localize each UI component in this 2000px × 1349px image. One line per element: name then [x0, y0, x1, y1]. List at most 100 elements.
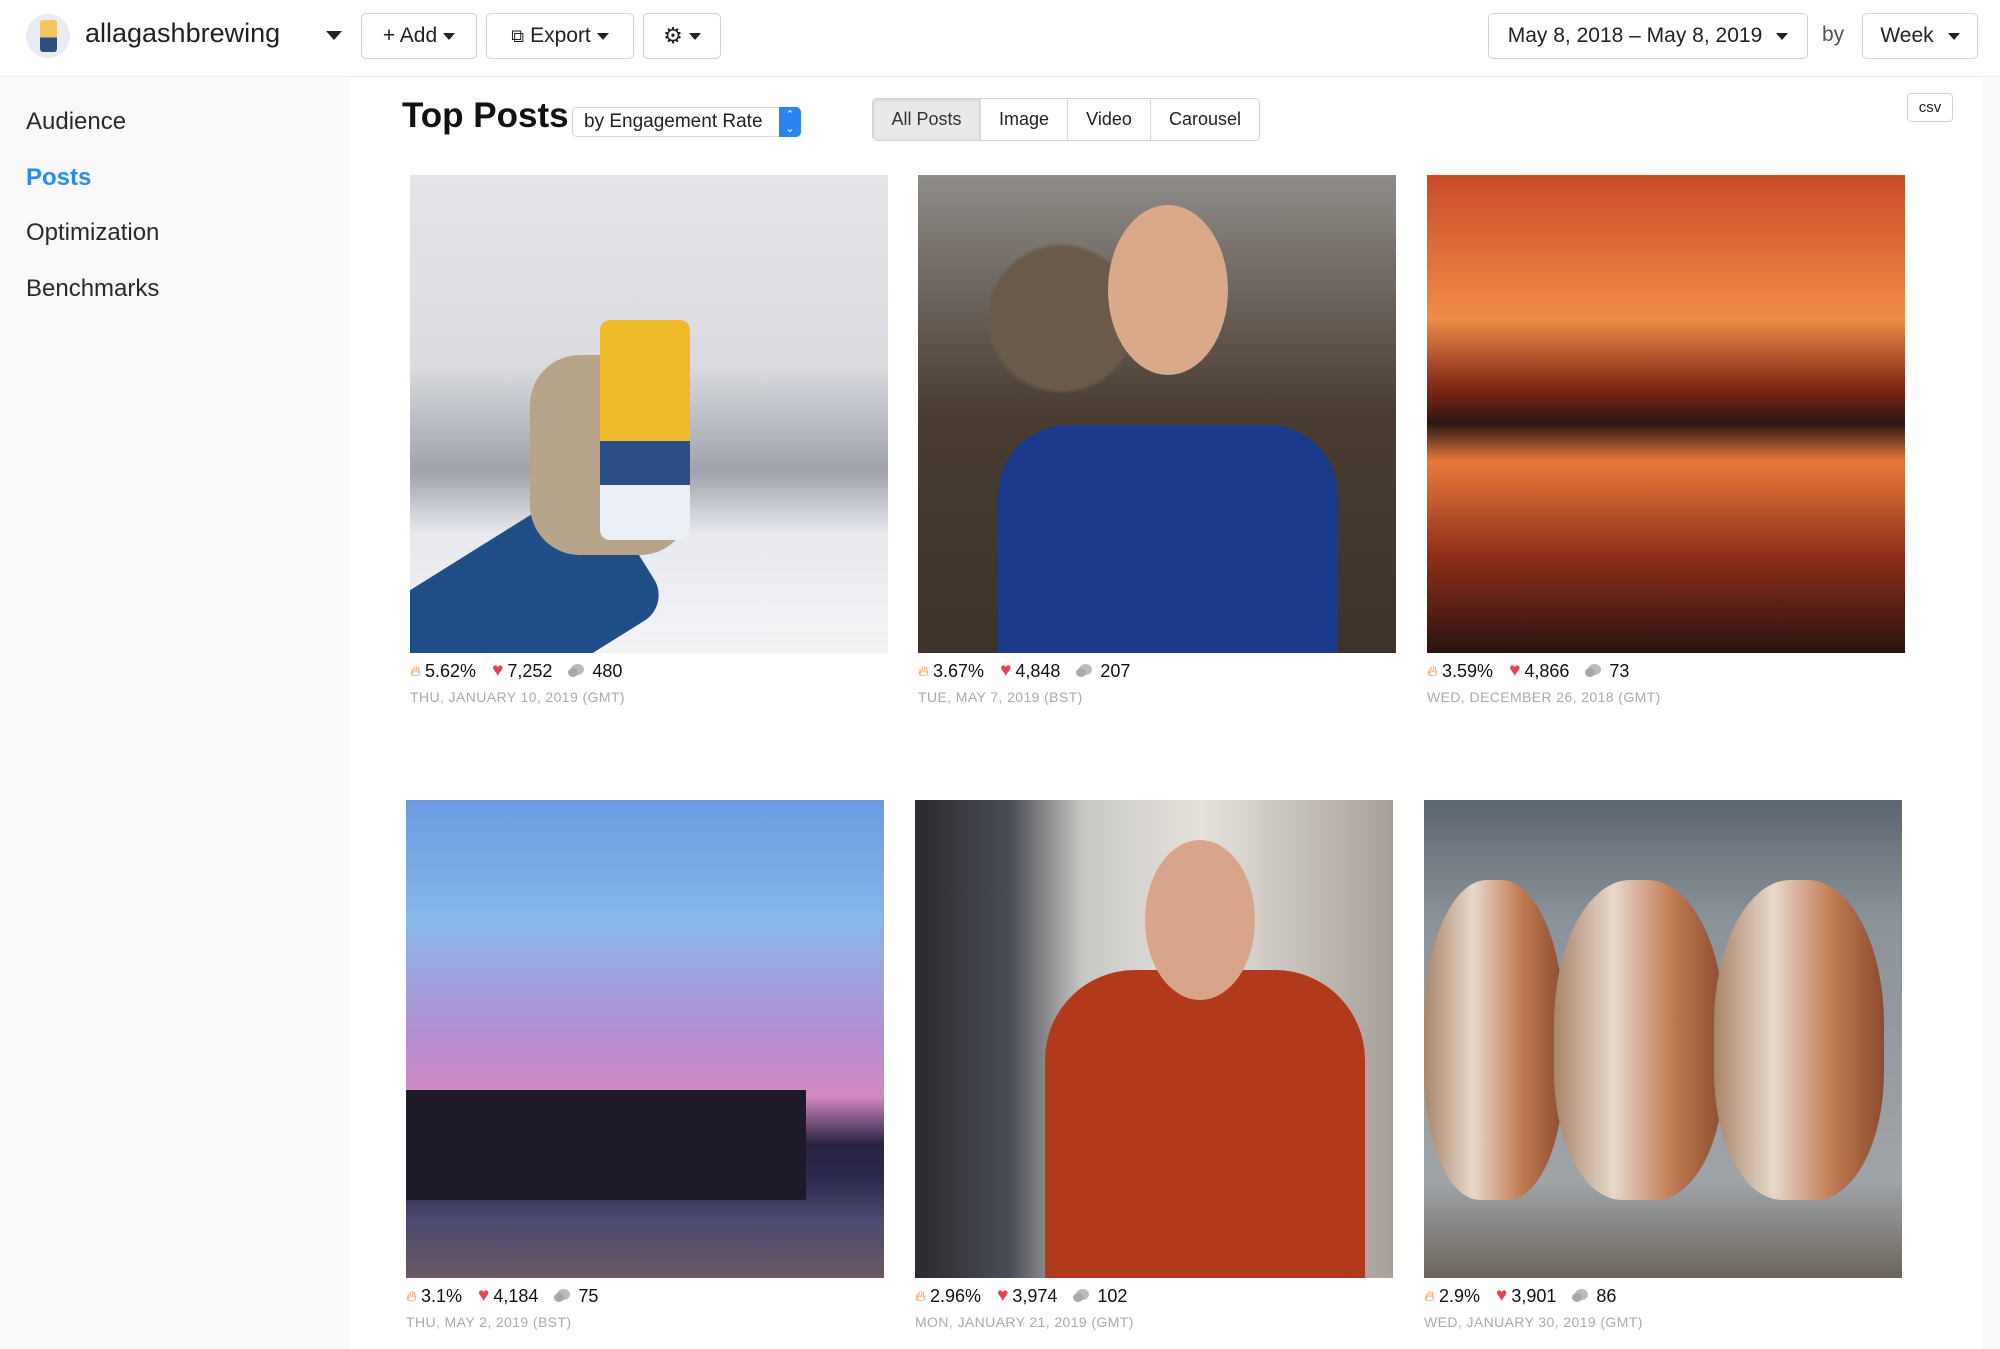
account-name[interactable]: allagashbrewing: [85, 18, 280, 49]
engagement-rate: 2.9%: [1439, 1285, 1481, 1306]
chevron-down-icon: [688, 32, 701, 40]
chevron-down-icon: [596, 32, 609, 40]
post-stats: 🔥︎ 2.9% ♥ 3,901 86: [1424, 1284, 1902, 1308]
filter-video[interactable]: Video: [1068, 99, 1151, 140]
add-button[interactable]: + Add: [361, 13, 477, 59]
comment-icon: [1585, 664, 1602, 678]
likes-count: 7,252: [507, 660, 553, 681]
comments-count: 102: [1097, 1285, 1128, 1306]
by-label: by: [1822, 23, 1845, 46]
likes-count: 3,974: [1012, 1285, 1058, 1306]
comment-icon: [1076, 664, 1093, 678]
filter-all-posts[interactable]: All Posts: [873, 99, 981, 140]
add-label: + Add: [382, 24, 438, 47]
flame-icon: 🔥︎: [406, 1287, 418, 1305]
post-date: THU, JANUARY 10, 2019 (GMT): [410, 689, 625, 705]
post-stats: 🔥︎ 5.62% ♥ 7,252 480: [410, 659, 888, 683]
comment-icon: [1572, 1289, 1589, 1303]
comment-icon: [568, 664, 585, 678]
heart-icon: ♥: [1509, 660, 1521, 681]
comments-count: 73: [1609, 660, 1630, 681]
avatar-can-image: [40, 20, 57, 52]
sort-select[interactable]: by Engagement Rate ⌃ ⌄: [572, 107, 801, 137]
engagement-rate: 2.96%: [930, 1285, 982, 1306]
flame-icon: 🔥︎: [1427, 662, 1439, 680]
account-switcher-caret-icon[interactable]: [326, 31, 342, 40]
sidebar-item-posts[interactable]: Posts: [26, 164, 91, 192]
post-stats: 🔥︎ 2.96% ♥ 3,974 102: [915, 1284, 1393, 1308]
sidebar: Audience Posts Optimization Benchmarks: [0, 78, 350, 1349]
account-avatar[interactable]: [26, 14, 70, 58]
photo-shape: [998, 425, 1338, 653]
filter-carousel[interactable]: Carousel: [1151, 99, 1259, 140]
photo-shape: [1714, 880, 1884, 1200]
likes-count: 3,901: [1511, 1285, 1557, 1306]
photo-shape: [1145, 840, 1255, 1000]
comments-count: 75: [578, 1285, 599, 1306]
right-gutter: [1982, 78, 2000, 1349]
photo-shape: [406, 1090, 806, 1200]
photo-shape: [1108, 205, 1228, 375]
csv-export-button[interactable]: csv: [1907, 93, 1953, 122]
date-range-picker[interactable]: May 8, 2018 – May 8, 2019: [1488, 13, 1808, 59]
comment-icon: [1073, 1289, 1090, 1303]
likes-count: 4,848: [1015, 660, 1061, 681]
likes-count: 4,866: [1524, 660, 1570, 681]
post-date: WED, DECEMBER 26, 2018 (GMT): [1427, 689, 1661, 705]
photo-shape: [1554, 880, 1724, 1200]
post-date: WED, JANUARY 30, 2019 (GMT): [1424, 1314, 1643, 1330]
post-card: 🔥︎ 2.9% ♥ 3,901 86 WED, JANUARY 30, 2019 (…: [1424, 800, 1902, 1330]
heart-icon: ♥: [1496, 1285, 1508, 1306]
comment-icon: [554, 1289, 571, 1303]
post-date: THU, MAY 2, 2019 (BST): [406, 1314, 572, 1330]
post-image[interactable]: [915, 800, 1393, 1278]
post-stats: 🔥︎ 3.67% ♥ 4,848 207: [918, 659, 1396, 683]
comments-count: 480: [592, 660, 623, 681]
filter-image[interactable]: Image: [981, 99, 1068, 140]
comments-count: 86: [1596, 1285, 1617, 1306]
likes-count: 4,184: [493, 1285, 539, 1306]
post-card: 🔥︎ 3.67% ♥ 4,848 207 TUE, MAY 7, 2019 (BST…: [918, 175, 1396, 705]
post-stats: 🔥︎ 3.59% ♥ 4,866 73: [1427, 659, 1905, 683]
interval-label: Week: [1880, 24, 1934, 47]
export-label: Export: [530, 24, 591, 47]
post-image[interactable]: [1427, 175, 1905, 653]
chevron-down-icon: [1947, 32, 1960, 40]
select-stepper-icon: ⌃ ⌄: [779, 107, 801, 137]
post-type-filter: All Posts Image Video Carousel: [872, 98, 1260, 141]
gear-icon: ⚙: [663, 23, 683, 48]
engagement-rate: 3.59%: [1442, 660, 1494, 681]
settings-button[interactable]: ⚙: [643, 13, 721, 59]
heart-icon: ♥: [478, 1285, 490, 1306]
flame-icon: 🔥︎: [1424, 1287, 1436, 1305]
sidebar-item-audience[interactable]: Audience: [26, 108, 126, 136]
post-image[interactable]: [918, 175, 1396, 653]
engagement-rate: 3.1%: [421, 1285, 463, 1306]
post-image[interactable]: [410, 175, 888, 653]
post-image[interactable]: [1424, 800, 1902, 1278]
post-card: 🔥︎ 3.1% ♥ 4,184 75 THU, MAY 2, 2019 (BST): [406, 800, 884, 1330]
comments-count: 207: [1100, 660, 1131, 681]
photo-shape: [1045, 970, 1365, 1278]
flame-icon: 🔥︎: [918, 662, 930, 680]
interval-select[interactable]: Week: [1862, 13, 1978, 59]
heart-icon: ♥: [492, 660, 504, 681]
sidebar-item-benchmarks[interactable]: Benchmarks: [26, 275, 159, 303]
flame-icon: 🔥︎: [915, 1287, 927, 1305]
heart-icon: ♥: [997, 1285, 1009, 1306]
top-bar: allagashbrewing + Add ⧉ Export ⚙ May 8, …: [0, 0, 2000, 77]
post-image[interactable]: [406, 800, 884, 1278]
sidebar-item-optimization[interactable]: Optimization: [26, 219, 159, 247]
post-date: MON, JANUARY 21, 2019 (GMT): [915, 1314, 1134, 1330]
sort-select-value: by Engagement Rate: [584, 111, 763, 132]
photo-shape: [600, 320, 690, 540]
layers-icon: ⧉: [511, 25, 525, 46]
flame-icon: 🔥︎: [410, 662, 422, 680]
heart-icon: ♥: [1000, 660, 1012, 681]
export-button[interactable]: ⧉ Export: [486, 13, 634, 59]
page-title: Top Posts: [402, 96, 569, 135]
post-stats: 🔥︎ 3.1% ♥ 4,184 75: [406, 1284, 884, 1308]
engagement-rate: 3.67%: [933, 660, 985, 681]
chevron-down-icon: [1776, 32, 1789, 40]
date-range-label: May 8, 2018 – May 8, 2019: [1507, 24, 1763, 47]
